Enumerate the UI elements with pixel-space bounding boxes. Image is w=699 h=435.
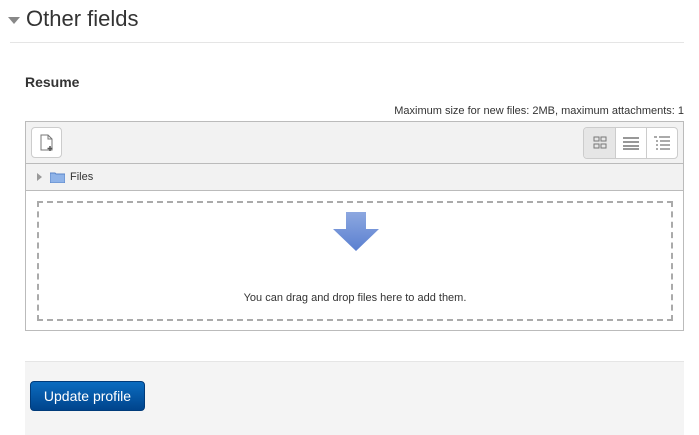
- max-size-note: Maximum size for new files: 2MB, maximum…: [394, 105, 684, 117]
- icon-view-button[interactable]: [584, 128, 615, 158]
- list-icon: [623, 137, 639, 150]
- path-files-link[interactable]: Files: [70, 171, 93, 183]
- add-file-button[interactable]: [31, 127, 62, 158]
- grid-icon: [593, 136, 606, 149]
- form-footer: Update profile: [25, 361, 684, 435]
- field-label: Resume: [25, 74, 80, 90]
- section-title: Other fields: [26, 6, 139, 31]
- add-file-icon: [40, 134, 52, 151]
- tree-view-button[interactable]: [646, 128, 677, 158]
- section-toggle-other-fields[interactable]: Other fields: [8, 6, 139, 32]
- file-path-bar: Files: [26, 164, 683, 191]
- folder-icon: [50, 172, 65, 183]
- divider: [10, 42, 684, 43]
- file-manager-toolbar: [26, 122, 683, 164]
- download-arrow-icon: [333, 212, 379, 251]
- tree-icon: [654, 136, 670, 150]
- expand-arrow-icon[interactable]: [37, 173, 42, 181]
- update-profile-button[interactable]: Update profile: [30, 381, 145, 411]
- collapse-triangle-icon: [8, 16, 20, 24]
- drop-zone[interactable]: You can drag and drop files here to add …: [37, 201, 673, 321]
- file-manager: Files You can drag and drop files here t…: [25, 121, 684, 331]
- view-switcher: [583, 127, 678, 159]
- drop-message: You can drag and drop files here to add …: [243, 292, 467, 304]
- list-view-button[interactable]: [615, 128, 646, 158]
